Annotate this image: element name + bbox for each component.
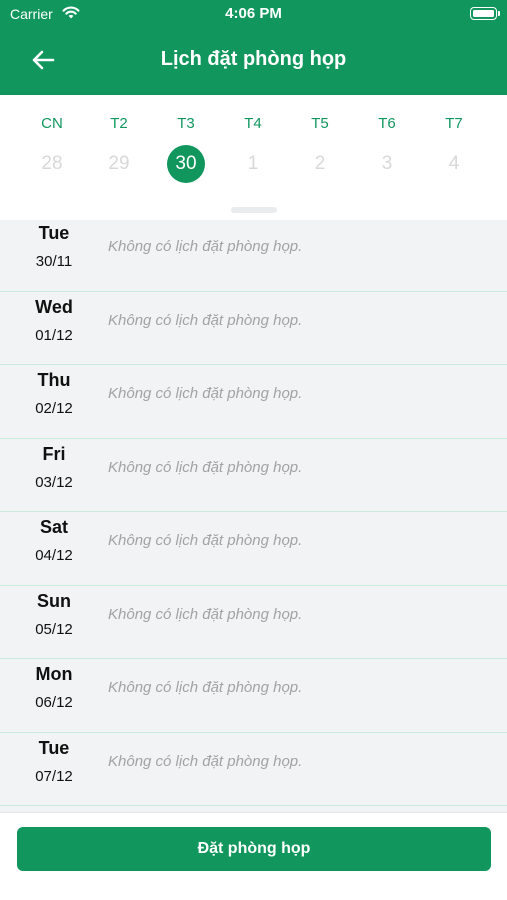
agenda-row[interactable]: Sat 04/12 Không có lịch đặt phòng họp. [0, 512, 507, 586]
week-day-name: T6 [378, 115, 396, 132]
agenda-row[interactable]: Mon 06/12 Không có lịch đặt phòng họp. [0, 659, 507, 733]
week-day-name: T7 [445, 115, 463, 132]
week-day-number: 29 [108, 153, 130, 174]
status-time: 4:06 PM [225, 5, 282, 22]
bottom-bar: Đặt phòng họp [0, 812, 507, 900]
agenda-row-empty-text: Không có lịch đặt phòng họp. [108, 605, 303, 623]
week-day-number: 3 [381, 153, 393, 174]
book-room-button[interactable]: Đặt phòng họp [17, 827, 491, 871]
agenda-list[interactable]: Tue 30/11 Không có lịch đặt phòng họp. W… [0, 220, 507, 812]
agenda-row-empty-text: Không có lịch đặt phòng họp. [108, 679, 303, 696]
week-day-number: 28 [41, 153, 63, 174]
week-day-t7[interactable]: T7 4 [419, 95, 489, 205]
drag-handle[interactable] [231, 207, 277, 213]
week-day-name: T5 [311, 115, 329, 132]
week-day-number: 1 [247, 153, 259, 174]
agenda-row-empty-text: Không có lịch đặt phòng họp. [108, 752, 303, 770]
arrow-left-icon [32, 50, 55, 70]
agenda-row[interactable]: Tue 30/11 Không có lịch đặt phòng họp. [0, 220, 507, 292]
agenda-row-date: 03/12 [35, 473, 73, 491]
week-day-t3[interactable]: T3 30 [151, 95, 221, 205]
week-strip: CN 28 T2 29 T3 30 T4 1 T5 2 T6 3 T7 4 [0, 95, 507, 220]
battery-icon [470, 7, 500, 20]
agenda-row[interactable]: Tue 07/12 Không có lịch đặt phòng họp. [0, 733, 507, 806]
agenda-row[interactable]: Wed 01/12 Không có lịch đặt phòng họp. [0, 292, 507, 365]
week-day-number-selected: 30 [167, 145, 205, 183]
agenda-row-empty-text: Không có lịch đặt phòng họp. [108, 532, 303, 549]
agenda-row-date: 30/11 [35, 253, 73, 270]
back-button[interactable] [28, 46, 58, 74]
header: Carrier 4:06 PM Lịch đặt phòng họp [0, 0, 507, 95]
week-day-t4[interactable]: T4 1 [218, 95, 288, 205]
week-day-number: 2 [314, 153, 326, 174]
week-day-name: T4 [244, 115, 262, 132]
agenda-row-empty-text: Không có lịch đặt phòng họp. [108, 311, 303, 329]
agenda-row-date: 07/12 [35, 767, 73, 785]
agenda-row-day: Tue [38, 223, 70, 243]
agenda-row-day: Sat [39, 517, 68, 537]
agenda-row-empty-text: Không có lịch đặt phòng họp. [108, 238, 303, 255]
agenda-row-day: Fri [42, 443, 66, 464]
page-title: Lịch đặt phòng họp [160, 48, 347, 70]
agenda-row-day: Tue [38, 737, 70, 758]
agenda-row-empty-text: Không có lịch đặt phòng họp. [108, 385, 303, 402]
agenda-row[interactable]: Thu 02/12 Không có lịch đặt phòng họp. [0, 365, 507, 439]
week-day-number: 4 [448, 153, 460, 174]
week-day-t6[interactable]: T6 3 [352, 95, 422, 205]
agenda-row-date: 05/12 [35, 620, 73, 638]
agenda-row-empty-text: Không có lịch đặt phòng họp. [108, 458, 303, 476]
week-day-name: CN [41, 115, 63, 132]
agenda-row-date: 06/12 [35, 694, 73, 711]
week-day-cn[interactable]: CN 28 [17, 95, 87, 205]
agenda-row-day: Thu [37, 370, 71, 390]
week-day-name: T3 [177, 115, 195, 132]
week-day-t5[interactable]: T5 2 [285, 95, 355, 205]
agenda-row-date: 01/12 [35, 326, 73, 344]
week-day-t2[interactable]: T2 29 [84, 95, 154, 205]
agenda-row-date: 04/12 [35, 547, 73, 564]
agenda-row-day: Wed [35, 296, 73, 317]
agenda-row-day: Mon [35, 664, 73, 684]
agenda-row[interactable]: Sun 05/12 Không có lịch đặt phòng họp. [0, 586, 507, 659]
week-day-name: T2 [110, 115, 128, 132]
nav-bar: Lịch đặt phòng họp [0, 38, 507, 82]
agenda-row-date: 02/12 [35, 400, 73, 417]
agenda-row-day: Sun [37, 590, 71, 611]
status-bar: Carrier 4:06 PM [0, 0, 507, 28]
agenda-row[interactable]: Fri 03/12 Không có lịch đặt phòng họp. [0, 439, 507, 512]
